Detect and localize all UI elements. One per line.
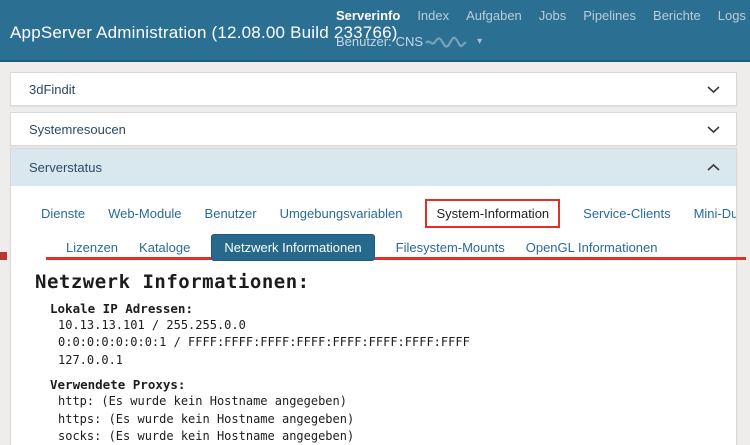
tab-service-clients[interactable]: Service-Clients — [583, 201, 670, 226]
serverstatus-panel: Dienste Web-Module Benutzer Umgebungsvar… — [11, 186, 736, 445]
tab-mini-dumps[interactable]: Mini-Dumps — [694, 201, 736, 226]
user-menu[interactable]: Benutzer: CNS ▾ — [336, 34, 482, 49]
page-title: Netzwerk Informationen: — [35, 271, 310, 293]
tab-system-information[interactable]: System-Information — [425, 198, 561, 228]
accordion-serverstatus: Serverstatus Dienste Web-Module Benutzer… — [10, 148, 737, 445]
serverstatus-tabs: Dienste Web-Module Benutzer Umgebungsvar… — [41, 196, 736, 230]
subtab-filesystem-mounts[interactable]: Filesystem-Mounts — [396, 240, 505, 255]
proxy-line: socks: (Es wurde kein Hostname angegeben… — [58, 429, 355, 444]
section-title: Verwendete Proxys: — [50, 377, 186, 393]
nav-item-serverinfo[interactable]: Serverinfo — [336, 8, 400, 23]
nav-item-index[interactable]: Index — [417, 8, 449, 23]
nav-item-pipelines[interactable]: Pipelines — [583, 8, 636, 23]
app-header: AppServer Administration (12.08.00 Build… — [0, 0, 750, 62]
ip-line: 10.13.13.101 / 255.255.0.0 — [58, 318, 246, 332]
accordion-3dfindit-header[interactable]: 3dFindit — [11, 73, 736, 105]
user-label: Benutzer: — [336, 34, 392, 49]
annotation-mark — [0, 252, 7, 260]
tab-umgebungsvariablen[interactable]: Umgebungsvariablen — [280, 201, 403, 226]
nav-item-aufgaben[interactable]: Aufgaben — [466, 8, 522, 23]
nav-item-logs[interactable]: Logs — [718, 8, 746, 23]
redacted-username — [425, 36, 467, 47]
subtab-kataloge[interactable]: Kataloge — [139, 240, 190, 255]
user-caret-icon: ▾ — [477, 36, 483, 47]
nav-item-berichte[interactable]: Berichte — [653, 8, 701, 23]
section-proxies: Verwendete Proxys: http: (Es wurde kein … — [11, 376, 736, 445]
accordion-systemresoucen-label: Systemresoucen — [29, 121, 126, 137]
subtab-netzwerk-informationen[interactable]: Netzwerk Informationen — [211, 233, 375, 261]
chevron-down-icon — [707, 85, 720, 93]
tab-dienste[interactable]: Dienste — [41, 201, 85, 226]
section-title: Lokale IP Adressen: — [50, 301, 193, 316]
chevron-up-icon — [707, 163, 720, 171]
proxy-line: https: (Es wurde kein Hostname angegeben… — [58, 411, 355, 426]
user-name: CNS — [395, 34, 424, 49]
accordion-systemresoucen-header[interactable]: Systemresoucen — [11, 113, 736, 145]
annotation-underline — [46, 257, 746, 260]
ip-line: 0:0:0:0:0:0:0:1 / FFFF:FFFF:FFFF:FFFF:FF… — [58, 335, 470, 350]
network-info-content: Netzwerk Informationen: Lokale IP Adress… — [11, 271, 736, 445]
accordion-serverstatus-header[interactable]: Serverstatus — [11, 149, 736, 186]
accordion-3dfindit-label: 3dFindit — [29, 81, 76, 97]
accordion-serverstatus-label: Serverstatus — [29, 160, 102, 175]
accordion-3dfindit: 3dFindit — [10, 72, 737, 106]
top-nav: Serverinfo Index Aufgaben Jobs Pipelines… — [336, 8, 746, 23]
subtab-lizenzen[interactable]: Lizenzen — [66, 240, 118, 255]
tab-benutzer[interactable]: Benutzer — [205, 201, 257, 226]
subtab-opengl-informationen[interactable]: OpenGL Informationen — [526, 240, 658, 255]
nav-item-jobs[interactable]: Jobs — [539, 8, 566, 23]
accordion-systemresoucen: Systemresoucen — [10, 112, 737, 146]
section-local-ip: Lokale IP Adressen: 10.13.13.101 / 255.2… — [11, 300, 736, 369]
chevron-down-icon — [707, 125, 720, 133]
proxy-line: http: (Es wurde kein Hostname angegeben) — [58, 394, 347, 409]
tab-web-module[interactable]: Web-Module — [108, 201, 181, 226]
ip-line: 127.0.0.1 — [58, 352, 124, 367]
